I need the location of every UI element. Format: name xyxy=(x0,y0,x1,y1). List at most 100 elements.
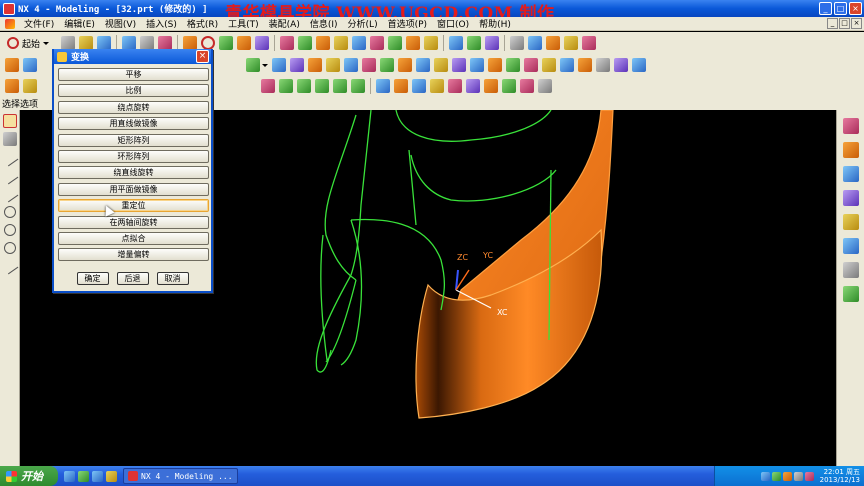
option-rotate-about-point[interactable]: 绕点旋转 xyxy=(58,100,209,114)
folder-icon[interactable] xyxy=(106,470,117,482)
menu-file[interactable]: 文件(F) xyxy=(19,17,59,30)
trim-body-icon[interactable] xyxy=(596,58,610,72)
tools-icon[interactable] xyxy=(564,36,579,50)
part-navigator-icon[interactable] xyxy=(843,142,859,158)
security-icon[interactable] xyxy=(771,471,781,481)
offset-surface-icon[interactable] xyxy=(394,79,408,93)
point-tool-icon[interactable] xyxy=(1,257,19,275)
menu-view[interactable]: 视图(V) xyxy=(100,17,141,30)
sew-icon[interactable] xyxy=(376,79,390,93)
maximize-button[interactable]: □ xyxy=(834,2,847,15)
back-button[interactable]: 后退 xyxy=(116,272,149,285)
option-translate[interactable]: 平移 xyxy=(58,68,209,81)
project-curve-icon[interactable] xyxy=(334,36,349,50)
hole-icon[interactable] xyxy=(344,58,358,72)
ruler-icon[interactable] xyxy=(582,36,597,50)
pad-icon[interactable] xyxy=(398,58,412,72)
update-icon[interactable] xyxy=(804,471,814,481)
cancel-button[interactable]: 取消 xyxy=(156,272,189,285)
law-extension-icon[interactable] xyxy=(484,79,498,93)
chamfer-icon[interactable] xyxy=(524,58,538,72)
start-menu-button[interactable]: 开始 xyxy=(0,466,58,486)
paste-icon[interactable] xyxy=(140,36,155,50)
shield-icon[interactable] xyxy=(546,36,561,50)
snap-icon[interactable] xyxy=(3,132,17,146)
menu-tools[interactable]: 工具(T) xyxy=(223,17,264,30)
through-curves-icon[interactable] xyxy=(261,79,275,93)
enlarge-icon[interactable] xyxy=(502,79,516,93)
minimize-button[interactable]: _ xyxy=(819,2,832,15)
volume-icon[interactable] xyxy=(793,471,803,481)
n-sided-icon[interactable] xyxy=(333,79,347,93)
menu-info[interactable]: 信息(I) xyxy=(305,17,343,30)
join-curve-icon[interactable] xyxy=(316,36,331,50)
split-body-icon[interactable] xyxy=(614,58,628,72)
new-icon[interactable] xyxy=(61,36,76,50)
sketch-icon[interactable] xyxy=(5,58,19,72)
menu-help[interactable]: 帮助(H) xyxy=(474,17,516,30)
trim-curve-icon[interactable] xyxy=(406,36,421,50)
circle-icon[interactable] xyxy=(201,36,216,50)
arc-tool-icon[interactable] xyxy=(4,206,16,218)
dialog-close-button[interactable]: × xyxy=(196,50,209,63)
line-icon[interactable] xyxy=(1,149,19,167)
profile-icon[interactable] xyxy=(1,185,19,203)
bridge-curve-icon[interactable] xyxy=(298,36,313,50)
section-surface-icon[interactable] xyxy=(466,79,480,93)
unite-icon[interactable] xyxy=(452,58,466,72)
network-icon[interactable] xyxy=(760,471,770,481)
ellipse-icon[interactable] xyxy=(4,242,16,254)
doc-minimize-button[interactable]: _ xyxy=(827,18,838,29)
tray-clock[interactable]: 22:01 周五 2013/12/13 xyxy=(820,468,860,484)
intersect-curve-icon[interactable] xyxy=(352,36,367,50)
close-button[interactable]: × xyxy=(849,2,862,15)
intersect-icon[interactable] xyxy=(488,58,502,72)
menu-format[interactable]: 格式(R) xyxy=(182,17,223,30)
draft-icon[interactable] xyxy=(560,58,574,72)
dialog-title-bar[interactable]: 变换 × xyxy=(54,49,211,64)
trim-sheet-icon[interactable] xyxy=(430,79,444,93)
extrude-icon[interactable] xyxy=(23,58,37,72)
browser-icon[interactable] xyxy=(64,470,75,482)
ime-icon[interactable] xyxy=(782,471,792,481)
blend-icon[interactable] xyxy=(506,58,520,72)
polyline-icon[interactable] xyxy=(1,167,19,185)
copy-icon[interactable] xyxy=(122,36,137,50)
option-rotate-between-axes[interactable]: 在两轴间旋转 xyxy=(58,215,209,229)
plane-icon[interactable] xyxy=(255,36,270,50)
pocket-icon[interactable] xyxy=(380,58,394,72)
taskbar-nx-button[interactable]: NX 4 - Modeling ... xyxy=(123,468,238,484)
option-circular-array[interactable]: 环形阵列 xyxy=(58,149,209,163)
revolve-icon[interactable] xyxy=(246,58,260,72)
option-incremental-dynamic[interactable]: 增量偏转 xyxy=(58,248,209,262)
face-blend-icon[interactable] xyxy=(448,79,462,93)
through-mesh-icon[interactable] xyxy=(279,79,293,93)
document-icon[interactable] xyxy=(5,18,15,29)
open-icon[interactable] xyxy=(79,36,94,50)
roles-icon[interactable] xyxy=(843,286,859,302)
title-bar[interactable]: NX 4 - Modeling - [32.prt (修改的) ] 青华模具学院… xyxy=(0,0,864,24)
groove-icon[interactable] xyxy=(434,58,448,72)
subtract-icon[interactable] xyxy=(470,58,484,72)
edit-surface-icon[interactable] xyxy=(538,79,552,93)
spline-icon[interactable] xyxy=(219,36,234,50)
cylinder-icon[interactable] xyxy=(290,58,304,72)
sphere-icon[interactable] xyxy=(326,58,340,72)
option-mirror-through-line[interactable]: 用直线做镜像 xyxy=(58,117,209,131)
history-icon[interactable] xyxy=(843,238,859,254)
divide-curve-icon[interactable] xyxy=(424,36,439,50)
cone-icon[interactable] xyxy=(308,58,322,72)
start-application-button[interactable]: 起始 xyxy=(3,35,55,51)
menu-edit[interactable]: 编辑(E) xyxy=(59,17,100,30)
chevron-down-icon[interactable] xyxy=(262,63,268,67)
boss-icon[interactable] xyxy=(362,58,376,72)
assembly-navigator-icon[interactable] xyxy=(843,118,859,134)
instance-icon[interactable] xyxy=(632,58,646,72)
extract-curve-icon[interactable] xyxy=(388,36,403,50)
option-rotate-about-line[interactable]: 绕直线旋转 xyxy=(58,166,209,180)
delete-icon[interactable] xyxy=(158,36,173,50)
arc-icon[interactable] xyxy=(183,36,198,50)
option-scale[interactable]: 比例 xyxy=(58,84,209,98)
option-point-fit[interactable]: 点拟合 xyxy=(58,231,209,245)
media-icon[interactable] xyxy=(92,470,103,482)
